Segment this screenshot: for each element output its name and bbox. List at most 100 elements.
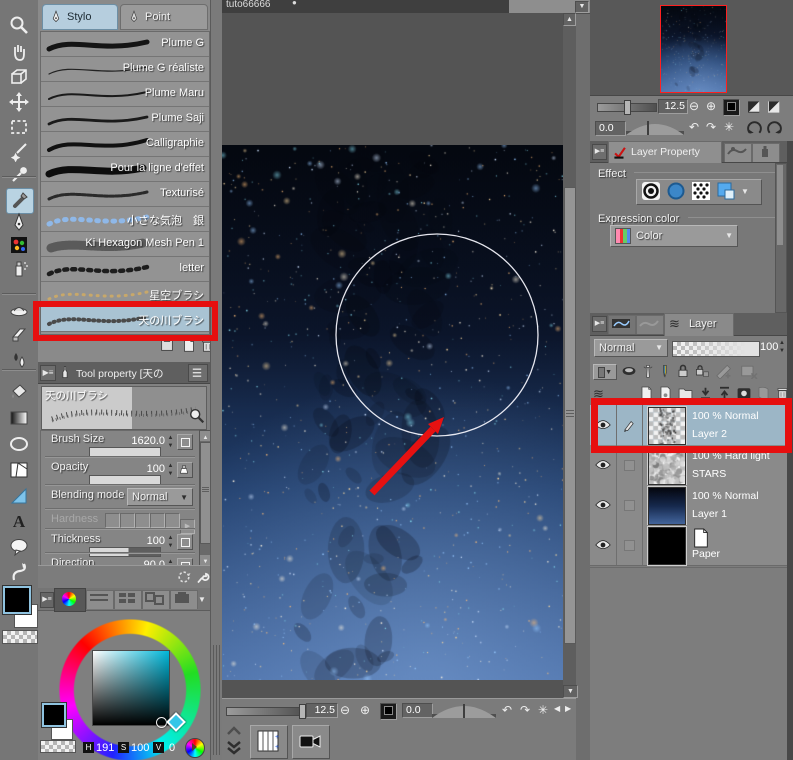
apply-mask-icon[interactable] [756,385,771,404]
merge-down-icon[interactable] [717,385,732,404]
param-square-button[interactable] [177,534,193,550]
tab-color-set[interactable] [114,590,142,609]
tool-pen[interactable] [6,211,32,235]
canvas-vertical-scrollbar[interactable]: ▲ ▼ [563,13,578,698]
effect-dropdown-icon[interactable]: ▼ [741,185,749,199]
tab-color-mixing[interactable] [170,590,198,609]
tab-intermediate-color[interactable] [142,590,170,609]
mask-oval-icon[interactable] [620,363,638,382]
layer-check-cell[interactable] [616,405,643,445]
mask-disabled-icon[interactable] [738,363,760,382]
reset-settings-icon[interactable] [176,569,192,588]
tone-effect-icon[interactable] [691,181,711,204]
param-stepper[interactable]: ▲▼ [166,434,175,450]
nav-reset-view-icon[interactable] [766,120,783,139]
magnifier-icon[interactable] [188,407,206,428]
tool-operation[interactable] [6,66,32,90]
zoom-out-icon[interactable]: ⊖ [340,703,350,717]
rotation-slider[interactable] [432,702,496,719]
panel-menu-icon[interactable]: ▶≡ [40,365,56,381]
transparent-color-swatch[interactable] [2,630,38,644]
palette-dock-icon[interactable]: ≋ [593,386,607,402]
subtool-detail-icon[interactable] [188,364,208,382]
tool-decoration[interactable] [6,234,32,258]
brush-item-[interactable]: letter [41,257,209,282]
tool-auto-select[interactable] [6,140,32,164]
zoom-in-icon[interactable]: ⊕ [360,703,370,717]
zoom-slider[interactable] [226,704,306,719]
tool-move-layer[interactable] [6,91,32,115]
zoom-slider-handle[interactable] [299,704,306,719]
tab-layer-thumb1[interactable] [608,315,636,334]
brush-item-[interactable]: Calligraphie [41,132,209,157]
layer-check-cell[interactable] [616,485,643,525]
param-square-button[interactable] [177,434,193,450]
rotate-right-icon[interactable]: ↷ [520,703,530,717]
camera-button[interactable] [292,725,330,759]
layer-visibility-cell[interactable] [590,445,617,485]
layer-property-scrollbar[interactable] [775,163,787,313]
tab-layer-thumb2[interactable] [636,315,664,334]
tab-list-dropdown-icon[interactable]: ▼ [575,1,589,13]
tool-correct-line[interactable] [6,561,32,585]
param-ink-button[interactable] [177,462,193,478]
tool-figure[interactable] [6,433,32,457]
brush-preview[interactable]: 天の川ブラシ [41,386,207,430]
external-color-picker-icon[interactable] [185,738,205,758]
lighthouse-icon[interactable] [641,363,655,382]
clipping-dropdown[interactable]: ▼ [593,364,617,380]
flip-vertical-icon[interactable] [766,99,783,118]
nav-rotate-left-icon[interactable]: ↶ [689,120,699,134]
saturation-value-square[interactable] [92,650,170,726]
tab-stylo[interactable]: Stylo [42,4,118,30]
layer-thumbnail[interactable] [647,406,687,446]
blending-mode-dropdown[interactable]: Normal ▼ [127,488,193,506]
navigator-zoom-handle[interactable] [624,100,631,115]
tool-move-canvas[interactable] [6,40,32,64]
watercolor-edge-icon[interactable] [666,181,686,204]
tool-text[interactable]: A [6,510,32,534]
lock-transparent-icon[interactable] [694,363,710,382]
tool-eraser[interactable] [6,324,32,348]
nav-rotate-right-icon[interactable]: ↷ [706,120,716,134]
sv-marker[interactable] [156,717,167,728]
param-stepper[interactable]: ▲▼ [166,462,175,478]
brush-item-[interactable]: Plume G réaliste [41,57,209,82]
tool-gradient[interactable] [6,407,32,431]
layer-check-cell[interactable] [616,525,643,565]
rotate-left-icon[interactable]: ↶ [502,703,512,717]
brush-item-[interactable]: Plume G [41,32,209,57]
tab-color-slider[interactable] [86,590,114,609]
layer-visibility-cell[interactable] [590,485,617,525]
brush-item-[interactable]: Texturisé [41,182,209,207]
param-stepper[interactable]: ▲▼ [166,534,175,550]
layer-row-stars[interactable]: 100 % Hard light STARS [590,445,787,486]
tab-point[interactable]: Point [120,4,208,30]
brush-item-[interactable]: Plume Saji [41,107,209,132]
tab-brush-wash[interactable] [724,143,752,162]
layer-color-icon[interactable] [716,181,736,204]
document-tab[interactable]: tuto66666 ● [222,0,509,13]
chevron-up-icon[interactable] [226,726,242,736]
nav-zoom-in-icon[interactable]: ⊕ [706,99,716,113]
layer-thumbnail[interactable] [647,526,687,566]
tool-fill[interactable] [6,381,32,405]
layer-visibility-cell[interactable] [590,525,617,565]
transfer-down-icon[interactable] [698,385,713,404]
tool-eyedropper[interactable] [6,163,32,187]
panel-menu-icon[interactable]: ▶≡ [40,592,54,608]
main-color-swatch[interactable] [41,702,67,728]
navigator-thumbnail[interactable] [660,5,727,93]
timeline-button[interactable]: + + [250,725,288,759]
tab-layer[interactable]: ≋ Layer [664,313,734,336]
paste-subtool-icon[interactable] [158,336,176,354]
border-effect-icon[interactable] [641,181,661,204]
layer-thumbnail[interactable] [647,446,687,486]
wrench-icon[interactable] [194,568,210,589]
scroll-up-arrow[interactable]: ▲ [563,13,576,26]
new-layer-icon[interactable] [639,385,654,404]
two-color-pen-icon[interactable] [658,363,672,382]
transparent-swatch[interactable] [40,740,76,753]
blend-mode-dropdown[interactable]: Normal ▼ [594,339,668,357]
layer-opacity-slider[interactable] [672,341,760,357]
